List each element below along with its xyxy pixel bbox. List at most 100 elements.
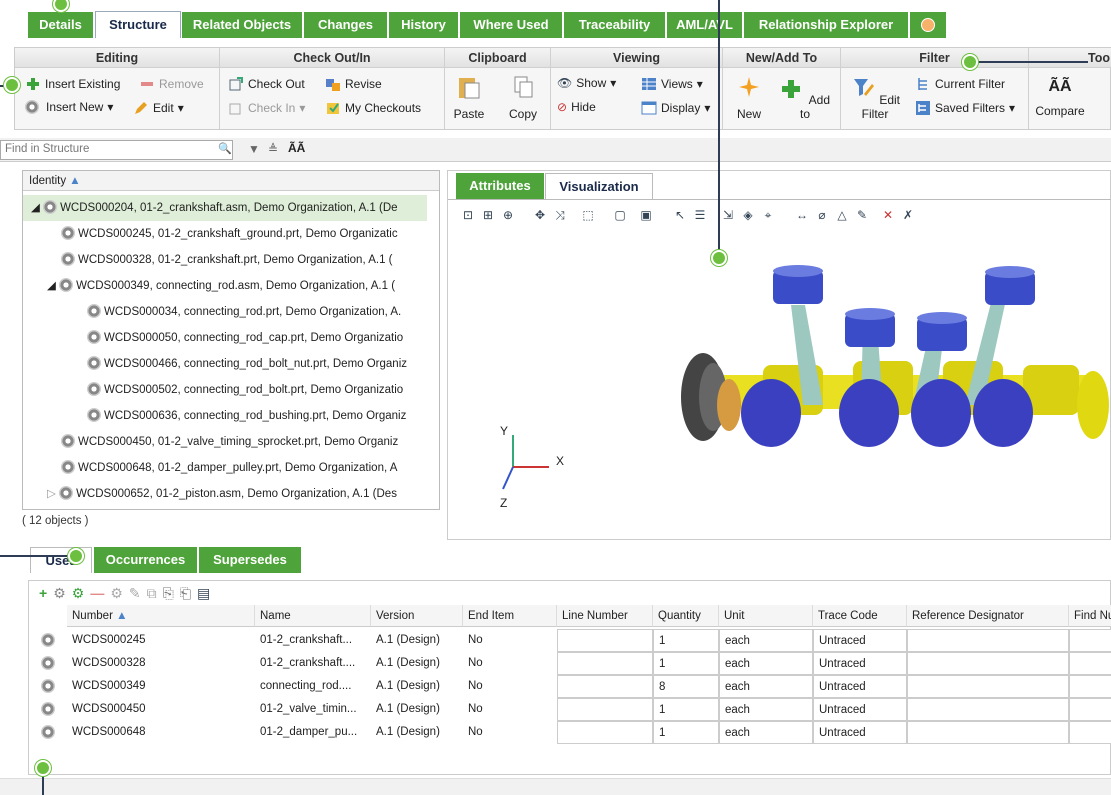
markup-icon[interactable]: ✎ <box>854 207 870 223</box>
display-button[interactable]: Display ▾ <box>641 100 710 116</box>
table-cell-unit[interactable]: each <box>719 698 813 721</box>
insert-existing-icon[interactable]: ⚙ <box>72 585 85 602</box>
select-list-icon[interactable]: ☰ <box>692 207 708 223</box>
delete-icon[interactable]: ✕ <box>880 207 896 223</box>
column-header-quantity[interactable]: Quantity <box>653 605 719 627</box>
show-button[interactable]: 👁 Show ▾ <box>557 76 616 90</box>
section-icon[interactable]: ◈ <box>740 207 756 223</box>
paste-icon[interactable]: ⎘ <box>163 585 174 602</box>
tree-row[interactable]: WCDS000636, connecting_rod_bushing.prt, … <box>23 403 427 429</box>
views-button[interactable]: Views ▾ <box>641 76 703 92</box>
copy-icon[interactable]: ⧉ <box>147 585 157 602</box>
table-cell-unit[interactable]: each <box>719 675 813 698</box>
zoom-icon[interactable]: ⊕ <box>500 207 516 223</box>
table-cell-trace[interactable]: Untraced <box>813 721 907 744</box>
my-checkouts-button[interactable]: My Checkouts <box>325 100 421 116</box>
table-cell-unit[interactable]: each <box>719 652 813 675</box>
tree-row[interactable]: WCDS000245, 01-2_crankshaft_ground.prt, … <box>23 221 427 247</box>
remove-button[interactable]: Remove <box>139 76 204 92</box>
tab-history[interactable]: History <box>389 12 459 38</box>
table-cell-find-number[interactable] <box>1069 721 1111 744</box>
check-out-button[interactable]: Check Out <box>228 76 305 92</box>
tree-row[interactable]: WCDS000502, connecting_rod_bolt.prt, Dem… <box>23 377 427 403</box>
selection-mode-icon[interactable]: ⬚ <box>580 207 596 223</box>
column-header-line-number[interactable]: Line Number <box>557 605 653 627</box>
table-cell-line[interactable] <box>557 652 653 675</box>
table-cell-qty[interactable]: 1 <box>653 652 719 675</box>
find-next-icon[interactable]: ÃÃ <box>288 141 305 155</box>
measure-angle-icon[interactable]: △ <box>834 207 850 223</box>
remove-icon[interactable]: — <box>90 585 104 601</box>
add-to-button[interactable]: Add to <box>777 74 833 121</box>
tab-where-used[interactable]: Where Used <box>460 12 563 38</box>
add-icon[interactable]: + <box>39 585 47 601</box>
current-filter-button[interactable]: Current Filter <box>915 76 1005 92</box>
column-header-version[interactable]: Version <box>371 605 463 627</box>
orient-icon[interactable]: ⤨ <box>552 207 568 223</box>
hide-button[interactable]: ⊘ Hide <box>557 100 596 114</box>
tab-supersedes[interactable]: Supersedes <box>199 547 301 573</box>
table-cell-reference-designator[interactable] <box>907 698 1069 721</box>
tree-row[interactable]: WCDS000034, connecting_rod.prt, Demo Org… <box>23 299 427 325</box>
zoom-selected-icon[interactable]: ⊞ <box>480 207 496 223</box>
column-header-end-item[interactable]: End Item <box>463 605 557 627</box>
table-cell-find-number[interactable] <box>1069 698 1111 721</box>
tree-row[interactable]: ◢ WCDS000204, 01-2_crankshaft.asm, Demo … <box>23 195 427 221</box>
table-cell-reference-designator[interactable] <box>907 721 1069 744</box>
table-cell-unit[interactable]: each <box>719 629 813 652</box>
export-icon[interactable]: ▤ <box>197 585 210 602</box>
tab-changes[interactable]: Changes <box>304 12 388 38</box>
revise-button[interactable]: Revise <box>325 76 382 92</box>
measure-distance-icon[interactable]: ↔ <box>794 207 810 223</box>
filter-icon[interactable]: ▼ <box>248 142 260 156</box>
tree-row[interactable]: WCDS000328, 01-2_crankshaft.prt, Demo Or… <box>23 247 427 273</box>
column-header-trace-code[interactable]: Trace Code <box>813 605 907 627</box>
binoculars-search-icon[interactable]: 🔍 <box>218 142 232 155</box>
tree-row[interactable]: ▷ WCDS000652, 01-2_piston.asm, Demo Orga… <box>23 481 427 507</box>
replace-icon[interactable]: ⚙ <box>110 585 123 602</box>
clear-markup-icon[interactable]: ✗ <box>900 207 916 223</box>
table-cell-line[interactable] <box>557 629 653 652</box>
tab-traceability[interactable]: Traceability <box>564 12 666 38</box>
table-cell-find-number[interactable] <box>1069 652 1111 675</box>
table-cell-line[interactable] <box>557 675 653 698</box>
render-mode-icon[interactable]: ▣ <box>638 207 654 223</box>
table-cell-line[interactable] <box>557 698 653 721</box>
measure-diameter-icon[interactable]: ⌀ <box>814 207 830 223</box>
check-in-button[interactable]: Check In ▾ <box>228 100 305 116</box>
tab-aml-avl[interactable]: AML/AVL <box>667 12 743 38</box>
insert-new-icon[interactable]: ⚙ <box>53 585 66 602</box>
pan-icon[interactable]: ✥ <box>532 207 548 223</box>
table-cell-reference-designator[interactable] <box>907 652 1069 675</box>
table-cell-trace[interactable]: Untraced <box>813 698 907 721</box>
edit-filter-button[interactable]: Edit Filter <box>845 74 905 121</box>
table-cell-line[interactable] <box>557 721 653 744</box>
table-cell-trace[interactable]: Untraced <box>813 652 907 675</box>
collapse-arrow-icon[interactable]: ◢ <box>31 202 40 214</box>
find-in-structure-input[interactable]: Find in Structure <box>0 140 233 160</box>
tree-row[interactable]: WCDS000648, 01-2_damper_pulley.prt, Demo… <box>23 455 427 481</box>
tab-relationship-explorer[interactable]: Relationship Explorer <box>744 12 909 38</box>
tab-structure[interactable]: Structure <box>95 11 181 38</box>
paste-special-icon[interactable]: ⎗ <box>180 585 191 602</box>
table-cell-unit[interactable]: each <box>719 721 813 744</box>
tree-row[interactable]: WCDS000466, connecting_rod_bolt_nut.prt,… <box>23 351 427 377</box>
table-cell-find-number[interactable] <box>1069 629 1111 652</box>
table-cell-qty[interactable]: 1 <box>653 629 719 652</box>
table-cell-reference-designator[interactable] <box>907 629 1069 652</box>
explode-icon[interactable]: ⇲ <box>720 207 736 223</box>
edit-icon[interactable]: ✎ <box>129 585 141 602</box>
table-cell-qty[interactable]: 1 <box>653 698 719 721</box>
add-tab-button[interactable] <box>910 12 946 38</box>
tree-column-header[interactable]: Identity ▲ <box>23 171 439 191</box>
table-cell-reference-designator[interactable] <box>907 675 1069 698</box>
tab-related-objects[interactable]: Related Objects <box>182 12 303 38</box>
cube-view-icon[interactable]: ▢ <box>612 207 628 223</box>
column-header-number[interactable]: Number ▲ <box>67 605 255 627</box>
sort-icon[interactable]: ≜ <box>268 142 278 156</box>
copy-button[interactable]: Copy <box>501 74 545 121</box>
insert-new-button[interactable]: Insert New ▾ <box>25 100 113 114</box>
tab-attributes[interactable]: Attributes <box>456 173 544 199</box>
collapse-arrow-icon[interactable]: ◢ <box>47 280 56 292</box>
crankshaft-3d-model[interactable] <box>673 265 1111 480</box>
